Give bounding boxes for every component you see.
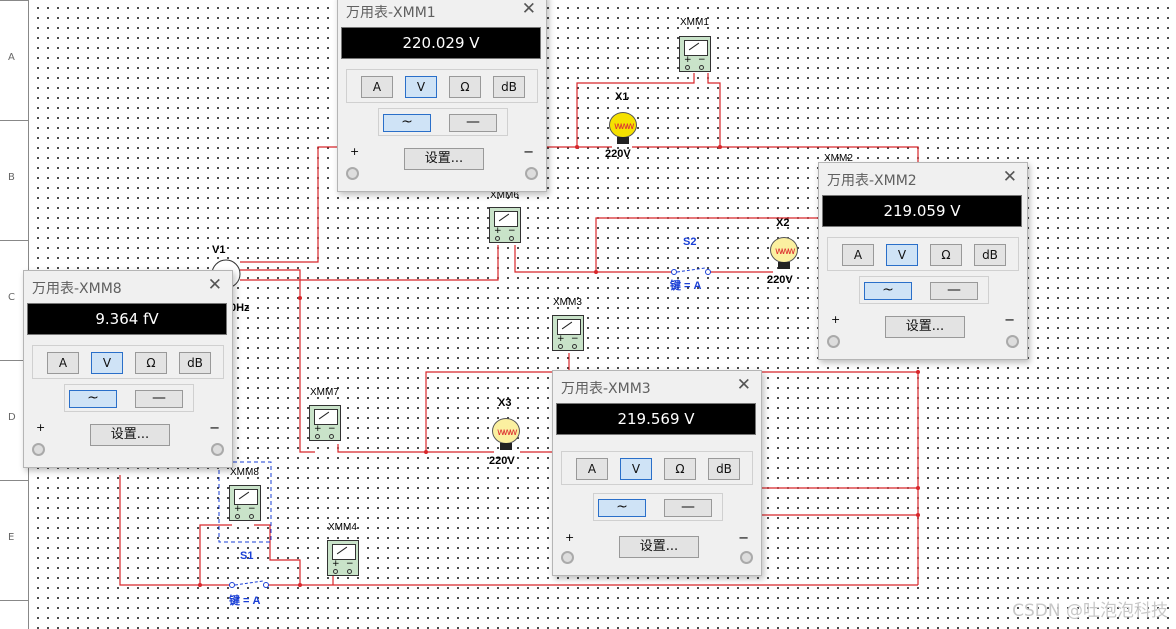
multimeter-xmm4-icon[interactable]: + − xyxy=(327,540,359,576)
x2-label: X2 xyxy=(776,217,790,229)
multimeter-window-xmm8[interactable]: 万用表-XMM8 ✕ 9.364 fV A V Ω dB ~ — + − 设置.… xyxy=(23,270,233,468)
positive-terminal-label: + xyxy=(36,421,46,434)
window-title: 万用表-XMM8 xyxy=(32,281,122,297)
mode-volt-button[interactable]: V xyxy=(91,352,123,374)
x3-rating: 220V xyxy=(489,455,515,467)
signal-type-group: ~ — xyxy=(859,276,989,304)
close-icon[interactable]: ✕ xyxy=(522,0,536,19)
settings-button[interactable]: 设置... xyxy=(885,316,965,338)
multimeter-xmm6-icon[interactable]: + − xyxy=(489,207,521,243)
s1-label: S1 xyxy=(240,550,254,562)
reading-display: 219.059 V xyxy=(822,195,1022,227)
mode-ohm-button[interactable]: Ω xyxy=(930,244,962,266)
negative-terminal[interactable] xyxy=(211,443,224,456)
negative-terminal-label: − xyxy=(523,145,534,160)
mode-ampere-button[interactable]: A xyxy=(361,76,393,98)
reading-display: 219.569 V xyxy=(556,403,756,435)
mode-db-button[interactable]: dB xyxy=(974,244,1006,266)
lamp-x2[interactable]: www xyxy=(770,237,798,269)
signal-type-group: ~ — xyxy=(64,384,194,412)
multimeter-xmm3-icon[interactable]: + − xyxy=(552,315,584,351)
mode-db-button[interactable]: dB xyxy=(708,458,740,480)
xmm7-icon-label: XMM7 xyxy=(310,387,339,398)
mode-ohm-button[interactable]: Ω xyxy=(135,352,167,374)
xmm4-icon-label: XMM4 xyxy=(328,522,357,533)
multimeter-xmm8-icon[interactable]: + − xyxy=(229,485,261,521)
multimeter-window-xmm3[interactable]: 万用表-XMM3 ✕ 219.569 V A V Ω dB ~ — + − 设置… xyxy=(552,370,762,576)
mode-volt-button[interactable]: V xyxy=(620,458,652,480)
mode-ampere-button[interactable]: A xyxy=(576,458,608,480)
reading-display: 220.029 V xyxy=(341,27,541,59)
mode-group: A V Ω dB xyxy=(561,451,753,485)
x3-label: X3 xyxy=(498,397,512,409)
mode-ampere-button[interactable]: A xyxy=(47,352,79,374)
xmm3-icon-label: XMM3 xyxy=(553,297,582,308)
x2-rating: 220V xyxy=(767,274,793,286)
negative-terminal-label: − xyxy=(738,531,749,546)
negative-terminal[interactable] xyxy=(740,551,753,564)
window-title: 万用表-XMM3 xyxy=(561,381,651,397)
s2-label: S2 xyxy=(683,236,697,248)
x1-rating: 220V xyxy=(605,148,631,160)
xmm1-icon-label: XMM1 xyxy=(680,17,709,28)
v1-label: V1 xyxy=(212,244,226,256)
settings-button[interactable]: 设置... xyxy=(619,536,699,558)
positive-terminal[interactable] xyxy=(827,335,840,348)
s2-key: 键 = A xyxy=(670,280,702,292)
x1-label: X1 xyxy=(615,91,629,103)
ac-wave-button[interactable]: ~ xyxy=(69,390,117,408)
negative-terminal[interactable] xyxy=(525,167,538,180)
ac-wave-button[interactable]: ~ xyxy=(864,282,912,300)
positive-terminal[interactable] xyxy=(561,551,574,564)
xmm8-icon-label: XMM8 xyxy=(230,467,259,478)
mode-volt-button[interactable]: V xyxy=(886,244,918,266)
dc-line-button[interactable]: — xyxy=(930,282,978,300)
positive-terminal-label: + xyxy=(831,313,841,326)
multimeter-window-xmm2[interactable]: 万用表-XMM2 ✕ 219.059 V A V Ω dB ~ — + − 设置… xyxy=(818,162,1028,360)
mode-volt-button[interactable]: V xyxy=(405,76,437,98)
lamp-x3[interactable]: www xyxy=(492,418,520,450)
multimeter-xmm7-icon[interactable]: + − xyxy=(309,405,341,441)
mode-db-button[interactable]: dB xyxy=(179,352,211,374)
ac-wave-button[interactable]: ~ xyxy=(598,499,646,517)
s1-key: 键 = A xyxy=(229,595,261,607)
mode-group: A V Ω dB xyxy=(346,69,538,103)
signal-type-group: ~ — xyxy=(593,493,723,521)
settings-button[interactable]: 设置... xyxy=(404,148,484,170)
mode-ampere-button[interactable]: A xyxy=(842,244,874,266)
mode-group: A V Ω dB xyxy=(32,345,224,379)
window-title: 万用表-XMM2 xyxy=(827,173,917,189)
multimeter-xmm1-icon[interactable]: + − xyxy=(679,36,711,72)
close-icon[interactable]: ✕ xyxy=(1003,167,1017,187)
positive-terminal[interactable] xyxy=(32,443,45,456)
settings-button[interactable]: 设置... xyxy=(90,424,170,446)
close-icon[interactable]: ✕ xyxy=(737,375,751,395)
mode-ohm-button[interactable]: Ω xyxy=(664,458,696,480)
multimeter-window-xmm1[interactable]: 万用表-XMM1 ✕ 220.029 V A V Ω dB ~ — + − 设置… xyxy=(337,0,547,192)
dc-line-button[interactable]: — xyxy=(135,390,183,408)
mode-ohm-button[interactable]: Ω xyxy=(449,76,481,98)
close-icon[interactable]: ✕ xyxy=(208,275,222,295)
csdn-watermark: CSDN @吐泡泡科技 xyxy=(1012,601,1168,621)
window-title: 万用表-XMM1 xyxy=(346,5,436,21)
dc-line-button[interactable]: — xyxy=(664,499,712,517)
mode-db-button[interactable]: dB xyxy=(493,76,525,98)
lamp-x1[interactable]: www xyxy=(609,112,637,144)
negative-terminal-label: − xyxy=(1004,313,1015,328)
positive-terminal-label: + xyxy=(565,531,575,544)
signal-type-group: ~ — xyxy=(378,108,508,136)
reading-display: 9.364 fV xyxy=(27,303,227,335)
positive-terminal[interactable] xyxy=(346,167,359,180)
negative-terminal-label: − xyxy=(209,421,220,436)
dc-line-button[interactable]: — xyxy=(449,114,497,132)
negative-terminal[interactable] xyxy=(1006,335,1019,348)
mode-group: A V Ω dB xyxy=(827,237,1019,271)
positive-terminal-label: + xyxy=(350,145,360,158)
ac-wave-button[interactable]: ~ xyxy=(383,114,431,132)
